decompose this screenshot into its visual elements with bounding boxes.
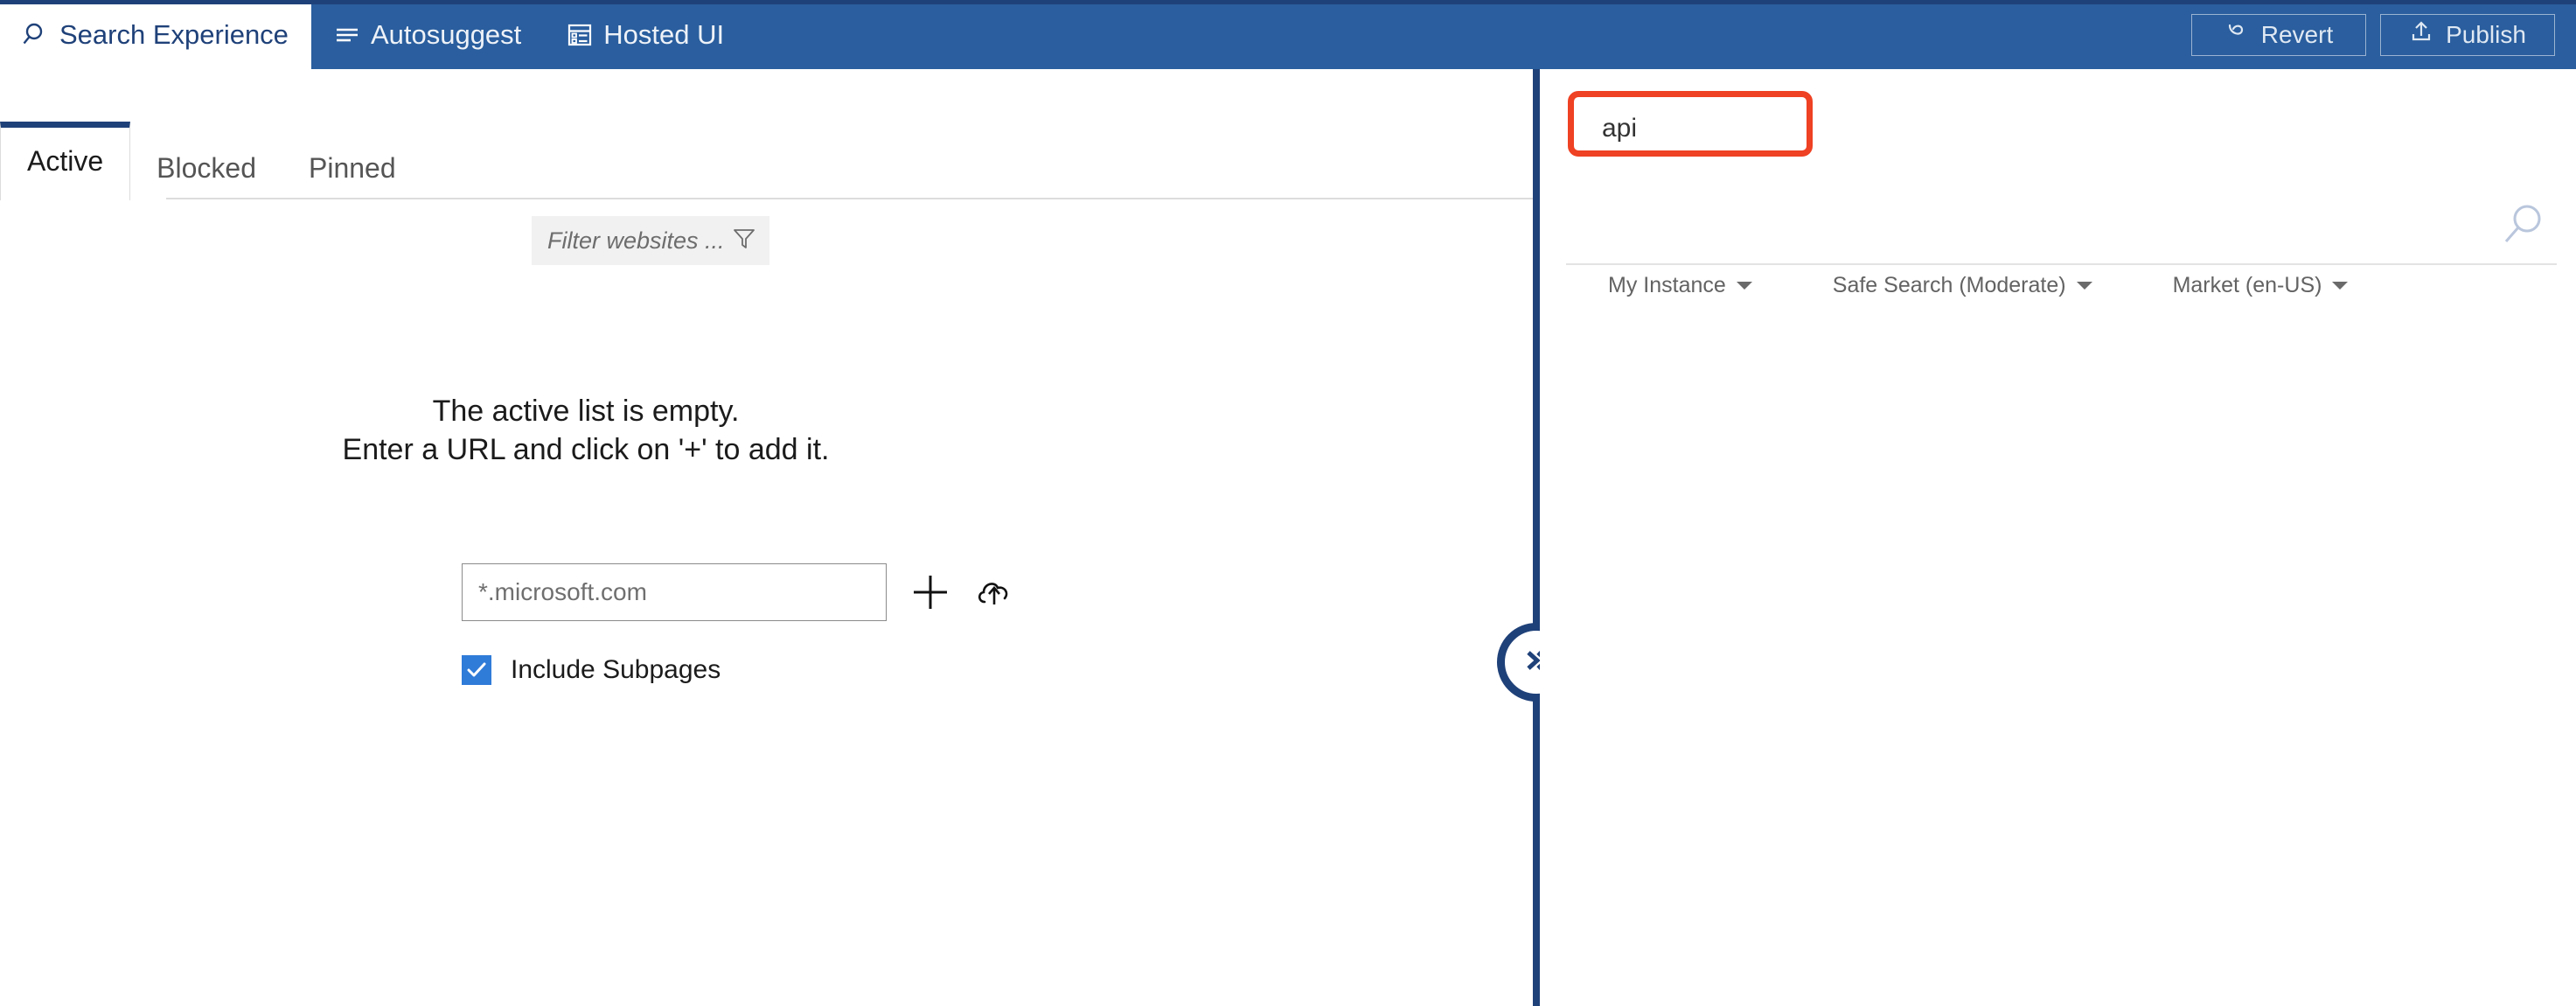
funnel-icon[interactable] — [733, 227, 755, 255]
url-input[interactable] — [462, 563, 887, 621]
filter-placeholder: Filter websites ... — [547, 227, 725, 254]
nav-tab-hosted-ui[interactable]: Hosted UI — [544, 0, 747, 69]
empty-state-message: The active list is empty. Enter a URL an… — [0, 393, 1172, 469]
option-label: Safe Search (Moderate) — [1832, 273, 2066, 297]
top-navigation-bar: Search Experience Autosuggest Hosted UI — [0, 0, 2576, 69]
tab-pinned[interactable]: Pinned — [282, 136, 422, 199]
cloud-upload-icon[interactable] — [974, 575, 1014, 610]
tab-active[interactable]: Active — [0, 122, 131, 200]
undo-arrow-icon — [2224, 19, 2249, 50]
websites-tabstrip: Active Blocked Pinned — [0, 122, 1533, 200]
add-url-row — [462, 563, 1014, 621]
option-my-instance[interactable]: My Instance — [1568, 273, 1793, 298]
option-safe-search[interactable]: Safe Search (Moderate) — [1793, 273, 2133, 298]
include-subpages-row: Include Subpages — [462, 655, 721, 685]
nav-tab-search-experience[interactable]: Search Experience — [0, 0, 311, 69]
option-label: Market (en-US) — [2172, 273, 2322, 297]
revert-label: Revert — [2260, 20, 2334, 48]
chevron-down-icon — [2332, 282, 2349, 290]
search-preview-panel: api My Instance Safe Search (Moderate) M… — [1540, 69, 2576, 1006]
nav-tab-label: Hosted UI — [603, 18, 725, 50]
plus-icon[interactable] — [909, 571, 951, 613]
search-underline — [1566, 263, 2557, 265]
layout-panel-icon — [567, 22, 593, 48]
revert-button[interactable]: Revert — [2191, 13, 2366, 56]
websites-panel: Active Blocked Pinned Filter websites ..… — [0, 69, 1533, 1006]
search-options-row: My Instance Safe Search (Moderate) Marke… — [1568, 273, 2388, 298]
filter-websites-input[interactable]: Filter websites ... — [532, 216, 769, 265]
include-subpages-checkbox[interactable] — [462, 655, 491, 685]
search-submit-icon[interactable] — [2503, 202, 2546, 250]
empty-state-line-1: The active list is empty. — [432, 395, 740, 428]
nav-tab-label: Autosuggest — [370, 18, 522, 50]
option-market[interactable]: Market (en-US) — [2133, 273, 2389, 298]
tab-label: Active — [27, 145, 104, 177]
search-query-input[interactable]: api — [1568, 91, 1813, 157]
search-icon — [23, 22, 49, 48]
empty-state-line-2: Enter a URL and click on '+' to add it. — [342, 432, 830, 466]
publish-label: Publish — [2446, 20, 2526, 48]
publish-button[interactable]: Publish — [2380, 13, 2555, 56]
option-label: My Instance — [1608, 273, 1726, 297]
search-query-value: api — [1602, 114, 1638, 143]
topbar-actions: Revert Publish — [2191, 0, 2576, 69]
chevron-down-icon — [2076, 282, 2092, 290]
tab-label: Pinned — [308, 152, 396, 184]
tab-label: Blocked — [157, 152, 256, 184]
list-lines-icon — [334, 22, 360, 48]
nav-tab-autosuggest[interactable]: Autosuggest — [311, 0, 544, 69]
chevron-down-icon — [1736, 282, 1752, 290]
upload-arrow-icon — [2409, 19, 2433, 50]
nav-tab-label: Search Experience — [59, 18, 289, 50]
topbar-accent-line — [0, 0, 2576, 4]
panel-divider — [1533, 69, 1540, 1006]
tab-blocked[interactable]: Blocked — [130, 136, 282, 199]
include-subpages-label: Include Subpages — [511, 655, 721, 684]
